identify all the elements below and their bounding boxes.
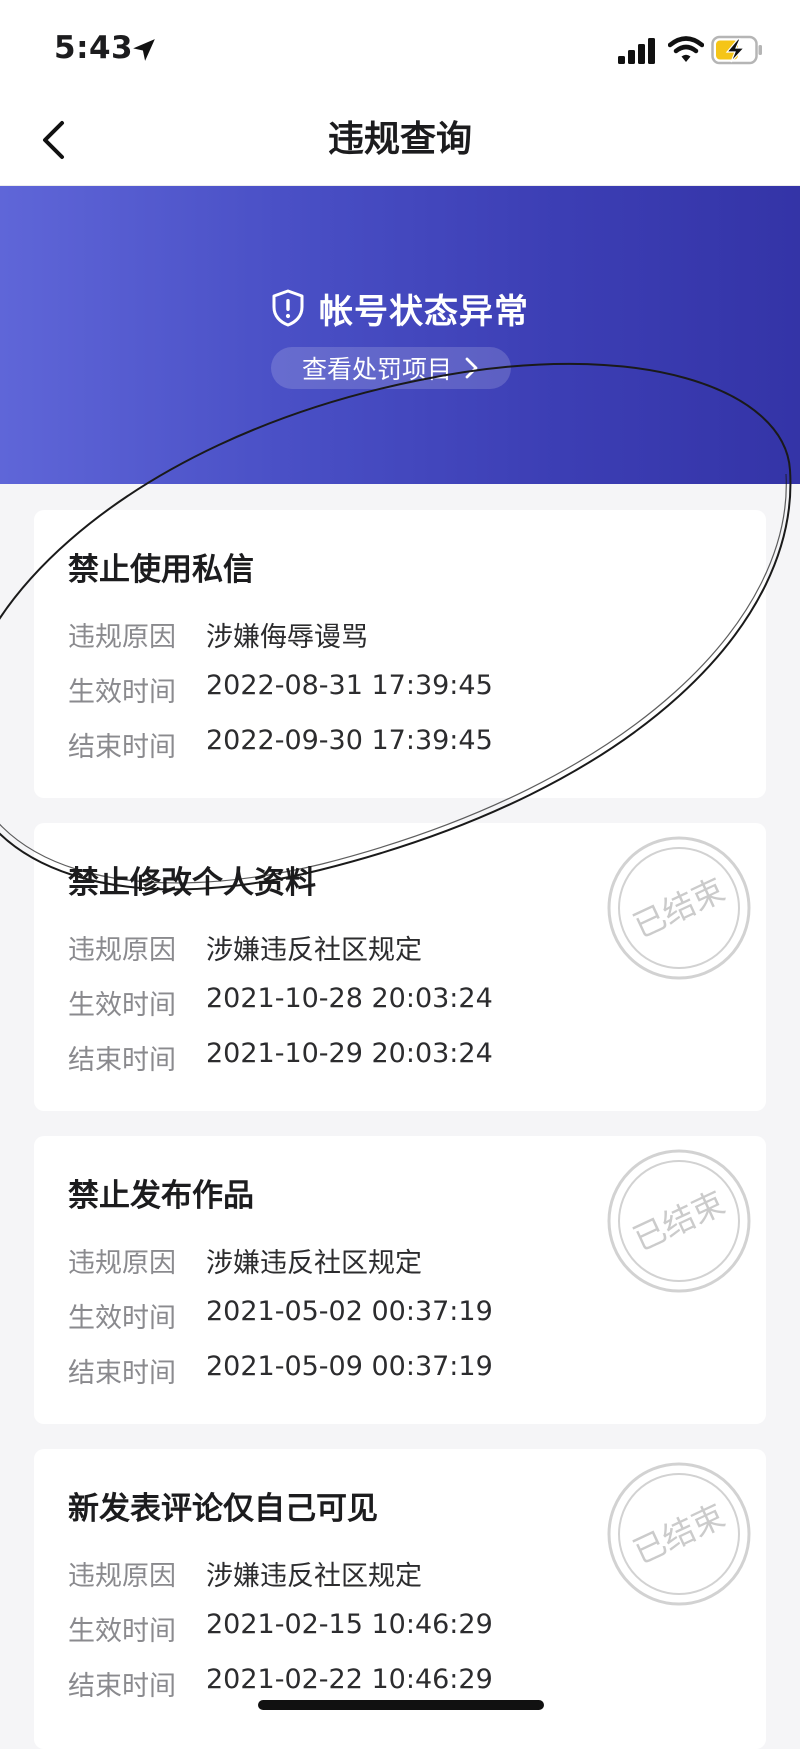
- ended-stamp-icon: 已结束: [607, 836, 751, 980]
- end-time-value: 2021-10-29 20:03:24: [206, 1038, 493, 1069]
- wifi-icon: [668, 36, 704, 62]
- stamp-text: 已结束: [627, 870, 730, 945]
- shield-alert-icon: [272, 289, 304, 327]
- reason-label: 违规原因: [68, 1561, 176, 1592]
- status-time: 5:43: [54, 30, 134, 66]
- account-status-text: 帐号状态异常: [319, 291, 529, 332]
- violation-card: 禁止发布作品 违规原因 涉嫌违反社区规定 生效时间 2021-05-02 00:…: [34, 1136, 766, 1424]
- ended-stamp-icon: 已结束: [607, 1149, 751, 1293]
- start-time-label: 生效时间: [68, 1616, 176, 1647]
- stamp-text: 已结束: [627, 1183, 730, 1258]
- battery-charging-icon: [711, 35, 762, 65]
- start-time-row: 生效时间 2021-05-02 00:37:19: [68, 1296, 493, 1335]
- view-penalties-button[interactable]: 查看处罚项目: [271, 347, 511, 389]
- page-title: 违规查询: [327, 119, 472, 160]
- stamp-text: 已结束: [627, 1496, 730, 1571]
- reason-value: 涉嫌违反社区规定: [206, 935, 422, 966]
- start-time-row: 生效时间 2021-02-15 10:46:29: [68, 1609, 493, 1648]
- violation-title: 禁止使用私信: [68, 552, 254, 588]
- end-time-value: 2022-09-30 17:39:45: [206, 725, 493, 756]
- reason-label: 违规原因: [68, 622, 176, 653]
- navigation-bar: 违规查询: [0, 95, 800, 186]
- chevron-right-icon: [465, 357, 478, 379]
- chevron-left-icon: [43, 121, 64, 159]
- end-time-label: 结束时间: [68, 1045, 176, 1076]
- reason-label: 违规原因: [68, 935, 176, 966]
- end-time-row: 结束时间 2022-09-30 17:39:45: [68, 725, 493, 764]
- violation-title: 禁止发布作品: [68, 1178, 254, 1214]
- reason-row: 违规原因 涉嫌违反社区规定: [68, 1241, 422, 1280]
- ended-stamp-icon: 已结束: [607, 1462, 751, 1606]
- violation-title: 禁止修改个人资料: [68, 865, 316, 901]
- violation-card: 禁止修改个人资料 违规原因 涉嫌违反社区规定 生效时间 2021-10-28 2…: [34, 823, 766, 1111]
- home-indicator: [258, 1700, 544, 1710]
- end-time-row: 结束时间 2021-10-29 20:03:24: [68, 1038, 493, 1077]
- reason-row: 违规原因 涉嫌违反社区规定: [68, 1554, 422, 1593]
- cellular-signal-icon: [618, 38, 655, 64]
- start-time-value: 2021-05-02 00:37:19: [206, 1296, 493, 1327]
- end-time-label: 结束时间: [68, 732, 176, 763]
- end-time-row: 结束时间 2021-02-22 10:46:29: [68, 1664, 493, 1703]
- start-time-label: 生效时间: [68, 1303, 176, 1334]
- reason-row: 违规原因 涉嫌违反社区规定: [68, 928, 422, 967]
- start-time-value: 2022-08-31 17:39:45: [206, 670, 493, 701]
- view-penalties-label: 查看处罚项目: [301, 355, 452, 384]
- reason-row: 违规原因 涉嫌侮辱谩骂: [68, 615, 368, 654]
- status-bar: 5:43: [0, 0, 800, 95]
- start-time-row: 生效时间 2021-10-28 20:03:24: [68, 983, 493, 1022]
- start-time-value: 2021-02-15 10:46:29: [206, 1609, 493, 1640]
- end-time-label: 结束时间: [68, 1358, 176, 1389]
- reason-value: 涉嫌侮辱谩骂: [206, 622, 368, 653]
- back-button[interactable]: [28, 112, 78, 168]
- end-time-value: 2021-02-22 10:46:29: [206, 1664, 493, 1695]
- violation-title: 新发表评论仅自己可见: [68, 1491, 378, 1527]
- reason-label: 违规原因: [68, 1248, 176, 1279]
- start-time-value: 2021-10-28 20:03:24: [206, 983, 493, 1014]
- location-arrow-icon: [133, 39, 155, 61]
- account-status: 帐号状态异常: [0, 284, 800, 332]
- end-time-label: 结束时间: [68, 1671, 176, 1702]
- start-time-label: 生效时间: [68, 677, 176, 708]
- end-time-row: 结束时间 2021-05-09 00:37:19: [68, 1351, 493, 1390]
- reason-value: 涉嫌违反社区规定: [206, 1561, 422, 1592]
- violation-card: 禁止使用私信 违规原因 涉嫌侮辱谩骂 生效时间 2022-08-31 17:39…: [34, 510, 766, 798]
- end-time-value: 2021-05-09 00:37:19: [206, 1351, 493, 1382]
- start-time-row: 生效时间 2022-08-31 17:39:45: [68, 670, 493, 709]
- start-time-label: 生效时间: [68, 990, 176, 1021]
- account-status-banner: 帐号状态异常 查看处罚项目: [0, 186, 800, 484]
- reason-value: 涉嫌违反社区规定: [206, 1248, 422, 1279]
